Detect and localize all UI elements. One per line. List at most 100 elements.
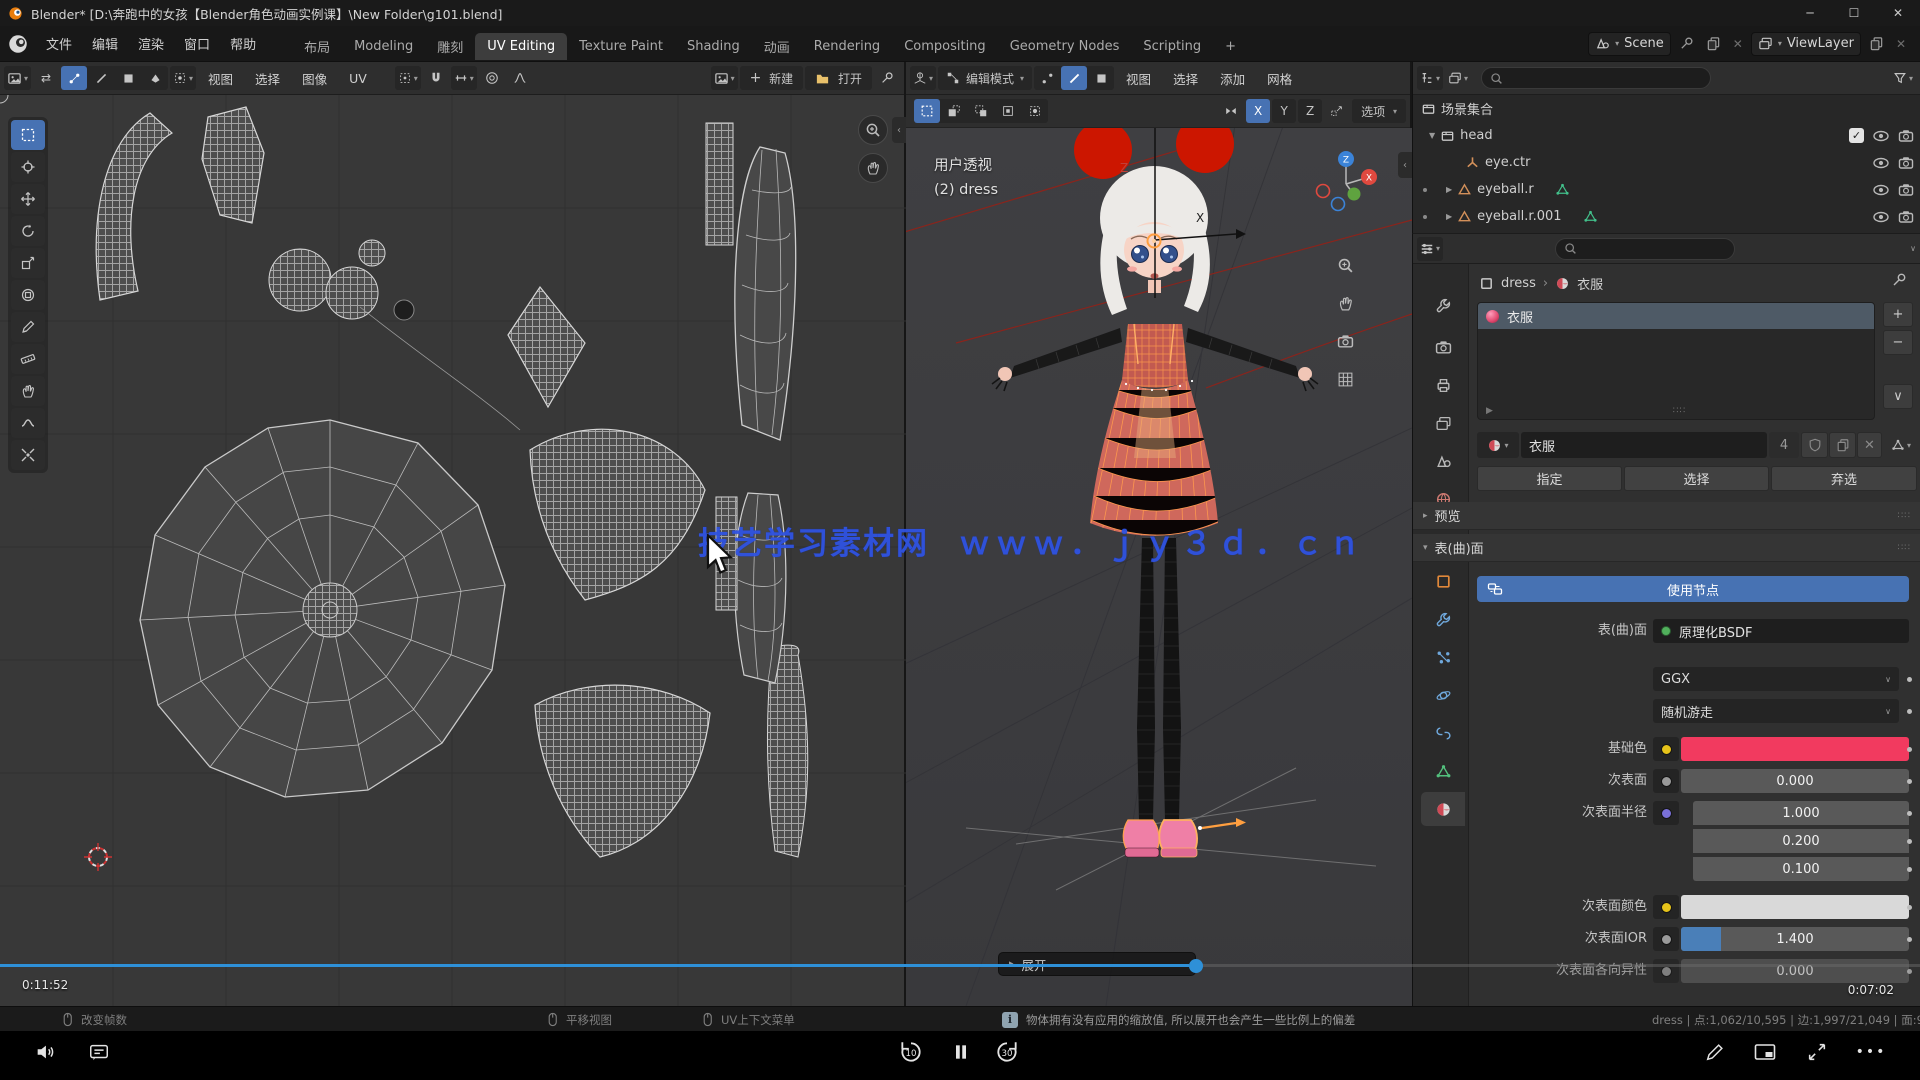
subsurface-aniso-socket[interactable] [1653, 959, 1679, 983]
outliner-search-input[interactable] [1481, 67, 1711, 89]
delete-scene-icon[interactable]: ✕ [1729, 32, 1747, 56]
uv-select-mode-edge[interactable] [88, 66, 114, 90]
uv-menu-select[interactable]: 选择 [245, 65, 290, 91]
uv-menu-uv[interactable]: UV [339, 65, 377, 91]
viewport-zoom-button[interactable] [1330, 250, 1360, 280]
material-name-field[interactable]: 衣服 [1521, 432, 1767, 458]
subsurface-value[interactable]: 0.000 [1681, 769, 1909, 793]
subsurface-radius-socket[interactable] [1653, 801, 1679, 825]
uv-tool-scale[interactable] [11, 248, 45, 278]
distribution-dropdown[interactable]: GGX∨ [1653, 667, 1899, 691]
outliner-row-head[interactable]: ▼ head ✓ [1413, 122, 1920, 149]
uv-select-mode-face[interactable] [115, 66, 141, 90]
tab-physics[interactable] [1421, 678, 1465, 712]
preview-panel-header[interactable]: ▸ 预览 ∷∷ [1413, 502, 1920, 530]
viewport-menu-view[interactable]: 视图 [1116, 65, 1161, 91]
tab-render[interactable] [1421, 330, 1465, 364]
uv-tool-annotate[interactable] [11, 312, 45, 342]
workspace-tab-shading[interactable]: Shading [675, 33, 752, 60]
mode-selector[interactable]: 编辑模式▾ [938, 66, 1032, 90]
uv-image-browse-button[interactable]: ▾ [711, 66, 738, 90]
options-dropdown[interactable]: 选项 ▾ [1352, 99, 1406, 123]
scene-selector[interactable]: ▾ Scene [1588, 32, 1671, 56]
workspace-tab-scripting[interactable]: Scripting [1131, 33, 1213, 60]
subsurface-color-socket[interactable] [1653, 895, 1679, 919]
subtitles-icon[interactable] [84, 1037, 114, 1067]
keyframe-dot[interactable] [1907, 839, 1912, 844]
menu-help[interactable]: 帮助 [220, 31, 266, 57]
expand-arrow-icon[interactable]: ▶ [1446, 185, 1452, 194]
subsurface-color-swatch[interactable] [1681, 895, 1909, 919]
tab-view-layer[interactable] [1421, 406, 1465, 440]
uv-sticky-select-button[interactable]: ▾ [170, 66, 196, 90]
mirror-y-button[interactable]: Y [1272, 99, 1296, 123]
subsurface-ior-value[interactable]: 1.400 [1681, 927, 1909, 951]
outliner-display-mode-button[interactable]: ▾ [1445, 66, 1471, 90]
pause-button[interactable] [946, 1037, 976, 1067]
tab-material[interactable] [1421, 792, 1465, 826]
properties-options-chevron[interactable]: ∨ [1910, 244, 1916, 253]
render-camera-icon[interactable] [1898, 128, 1914, 144]
copy-view-layer-icon[interactable] [1865, 32, 1888, 56]
workspace-tab-rendering[interactable]: Rendering [802, 33, 892, 60]
outliner-row-eyeball-r[interactable]: ▶ eyeball.r [1413, 176, 1920, 203]
viewport-menu-add[interactable]: 添加 [1210, 65, 1255, 91]
uv-sidebar-collapse-icon[interactable]: ‹ [892, 117, 906, 143]
remove-slot-button[interactable]: − [1883, 330, 1913, 355]
expand-arrow-icon[interactable]: ▶ [1446, 212, 1452, 221]
viewport-sidebar-collapse-icon[interactable]: ‹ [1398, 152, 1412, 178]
workspace-tab-animation[interactable]: 动画 [752, 33, 802, 60]
proportional-size-icon[interactable] [1324, 99, 1350, 123]
select-tool-new[interactable] [914, 99, 940, 123]
breadcrumb-object[interactable]: dress [1501, 276, 1536, 291]
uv-tool-measure[interactable] [11, 344, 45, 374]
uv-new-image-button[interactable]: + 新建 [740, 66, 804, 90]
base-color-swatch[interactable] [1681, 737, 1909, 761]
material-users-count[interactable]: 4 [1769, 432, 1799, 458]
more-options-button[interactable]: ••• [1856, 1037, 1886, 1067]
select-mode-vertex[interactable] [1034, 66, 1060, 90]
add-slot-button[interactable]: + [1883, 302, 1913, 327]
workspace-tab-texture-paint[interactable]: Texture Paint [567, 33, 675, 60]
tab-particles[interactable] [1421, 640, 1465, 674]
subsurface-radius-z[interactable]: 0.100 [1693, 857, 1909, 881]
collection-checkbox[interactable]: ✓ [1849, 128, 1864, 143]
uv-select-mode-island[interactable] [142, 66, 168, 90]
uv-tool-pinch-brush[interactable] [11, 440, 45, 470]
menu-render[interactable]: 渲染 [128, 31, 174, 57]
tab-object[interactable] [1421, 564, 1465, 598]
uv-tool-rotate[interactable] [11, 216, 45, 246]
uv-tool-select-box[interactable] [11, 120, 45, 150]
forward-30-button[interactable]: 30 [992, 1037, 1022, 1067]
volume-icon[interactable] [30, 1037, 60, 1067]
uv-pan-button[interactable] [858, 153, 888, 183]
subsurface-radius-y[interactable]: 0.200 [1693, 829, 1909, 853]
copy-scene-icon[interactable] [1702, 32, 1725, 56]
uv-snap-toggle[interactable] [423, 66, 449, 90]
slot-specials-button[interactable]: ∨ [1883, 384, 1913, 409]
workspace-tab-uv-editing[interactable]: UV Editing [475, 33, 567, 60]
browse-material-button[interactable]: ▾ [1477, 432, 1519, 458]
subsurface-radius-x[interactable]: 1.000 [1693, 801, 1909, 825]
uv-tool-relax-brush[interactable] [11, 408, 45, 438]
tab-tool[interactable] [1421, 288, 1465, 322]
uv-tool-cursor[interactable] [11, 152, 45, 182]
mirror-z-button[interactable]: Z [1298, 99, 1322, 123]
keyframe-dot[interactable] [1907, 937, 1912, 942]
uv-pin-image-icon[interactable] [874, 66, 900, 90]
subsurface-ior-socket[interactable] [1653, 927, 1679, 951]
viewport-menu-select[interactable]: 选择 [1163, 65, 1208, 91]
viewport-pan-button[interactable] [1330, 288, 1360, 318]
keyframe-dot[interactable] [1907, 867, 1912, 872]
slot-list-expand-icon[interactable]: ▶ [1486, 406, 1493, 416]
select-tool-extend[interactable] [941, 99, 967, 123]
outliner-filter-button[interactable]: ▾ [1890, 66, 1916, 90]
close-button[interactable]: ✕ [1876, 0, 1920, 26]
uv-menu-image[interactable]: 图像 [292, 65, 337, 91]
unlink-material-button[interactable]: ✕ [1857, 432, 1882, 458]
material-slot-list[interactable]: 衣服 ▶ ∷∷ [1477, 302, 1875, 420]
hide-eye-icon[interactable] [1873, 209, 1889, 225]
outliner-row-eye-ctr[interactable]: eye.ctr [1413, 149, 1920, 176]
pin-scene-icon[interactable] [1675, 32, 1698, 56]
uv-tool-grab-brush[interactable] [11, 376, 45, 406]
